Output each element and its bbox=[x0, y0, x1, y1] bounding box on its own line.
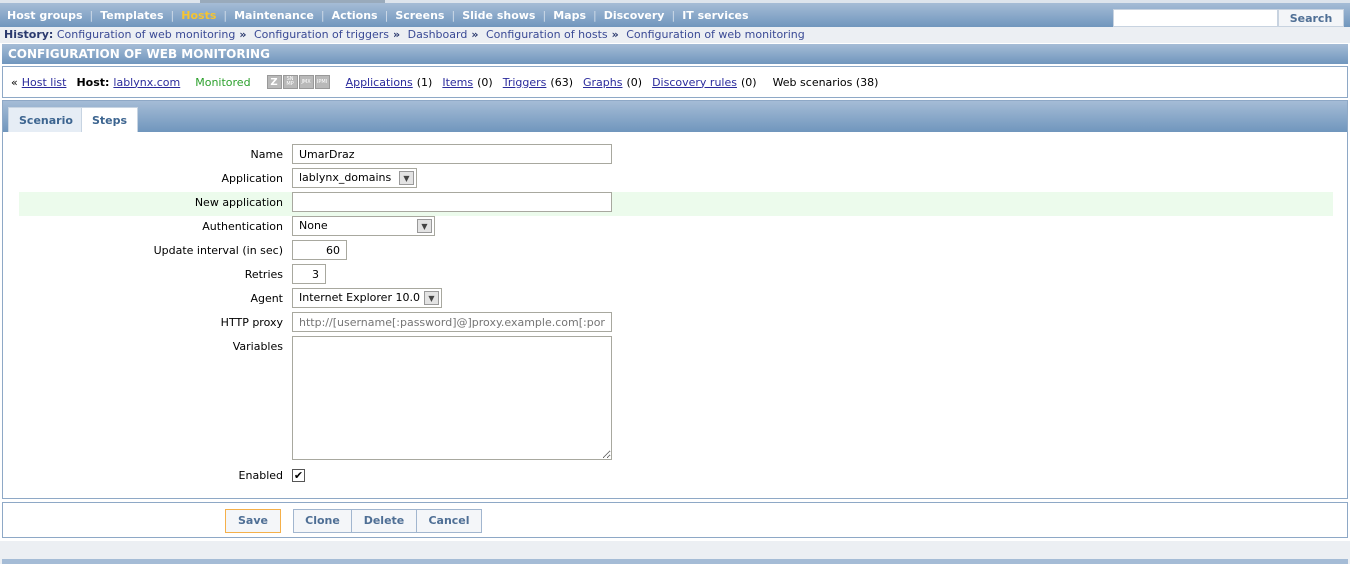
form-row-new-application: New application bbox=[19, 192, 1333, 216]
items-count: (0) bbox=[477, 75, 493, 89]
zabbix-availability-icon: Z bbox=[266, 75, 282, 89]
discovery-rules-link[interactable]: Discovery rules bbox=[652, 76, 737, 89]
menu-templates[interactable]: Templates bbox=[97, 9, 166, 22]
cancel-button[interactable]: Cancel bbox=[416, 509, 482, 533]
host-link[interactable]: lablynx.com bbox=[113, 76, 180, 89]
menu-actions[interactable]: Actions bbox=[329, 9, 381, 22]
clone-button[interactable]: Clone bbox=[293, 509, 352, 533]
history-link[interactable]: Configuration of web monitoring bbox=[626, 28, 805, 41]
variables-label: Variables bbox=[232, 340, 283, 353]
history-link[interactable]: Configuration of hosts bbox=[486, 28, 608, 41]
chevron-down-icon: ▼ bbox=[417, 219, 432, 233]
triggers-count: (63) bbox=[550, 75, 573, 89]
form-row-application: Application lablynx_domains ▼ bbox=[19, 168, 1333, 192]
host-list-link[interactable]: Host list bbox=[22, 76, 67, 89]
items-link[interactable]: Items bbox=[442, 76, 473, 89]
search-input[interactable] bbox=[1113, 9, 1278, 27]
search-button[interactable]: Search bbox=[1278, 9, 1344, 27]
graphs-count: (0) bbox=[626, 75, 643, 89]
history-breadcrumb: History: Configuration of web monitoring… bbox=[0, 27, 1350, 43]
agent-value: Internet Explorer 10.0 bbox=[299, 291, 420, 304]
menu-maps[interactable]: Maps bbox=[550, 9, 589, 22]
menu-slide-shows[interactable]: Slide shows bbox=[459, 9, 538, 22]
tab-bar: Scenario Steps bbox=[3, 101, 1347, 132]
form-row-agent: Agent Internet Explorer 10.0 ▼ bbox=[19, 288, 1333, 312]
retries-input[interactable] bbox=[292, 264, 326, 284]
triggers-link[interactable]: Triggers bbox=[503, 76, 547, 89]
http-proxy-input[interactable] bbox=[292, 312, 612, 332]
tab-steps[interactable]: Steps bbox=[81, 107, 139, 132]
new-application-label: New application bbox=[194, 196, 283, 209]
menu-host-groups[interactable]: Host groups bbox=[4, 9, 86, 22]
http-proxy-label: HTTP proxy bbox=[220, 316, 283, 329]
web-scenarios-current: Web scenarios (38) bbox=[772, 75, 879, 89]
graphs-link[interactable]: Graphs bbox=[583, 76, 622, 89]
new-application-input[interactable] bbox=[292, 192, 612, 212]
form-row-retries: Retries bbox=[19, 264, 1333, 288]
authentication-label: Authentication bbox=[202, 220, 283, 233]
form-row-update-interval: Update interval (in sec) bbox=[19, 240, 1333, 264]
host-navigation: « Host list Host: lablynx.com Monitored … bbox=[2, 66, 1348, 98]
main-menu: Host groups | Templates | Hosts | Maintenan… bbox=[0, 3, 1350, 27]
delete-button[interactable]: Delete bbox=[351, 509, 417, 533]
enabled-checkbox[interactable]: ✔ bbox=[292, 469, 305, 482]
update-interval-label: Update interval (in sec) bbox=[153, 244, 283, 257]
agent-select[interactable]: Internet Explorer 10.0 ▼ bbox=[292, 288, 442, 308]
applications-link[interactable]: Applications bbox=[346, 76, 413, 89]
scenario-form-panel: Scenario Steps Name Application lablynx_… bbox=[2, 100, 1348, 499]
form-row-http-proxy: HTTP proxy bbox=[19, 312, 1333, 336]
save-button[interactable]: Save bbox=[225, 509, 281, 533]
jmx-availability-icon: JMX bbox=[298, 75, 314, 89]
name-label: Name bbox=[250, 148, 283, 161]
authentication-select[interactable]: None ▼ bbox=[292, 216, 435, 236]
application-value: lablynx_domains bbox=[299, 171, 392, 184]
application-label: Application bbox=[221, 172, 283, 185]
status-badge: Monitored bbox=[195, 75, 251, 89]
discovery-rules-count: (0) bbox=[740, 75, 757, 89]
back-arrow-icon: « bbox=[11, 75, 18, 89]
applications-count: (1) bbox=[416, 75, 433, 89]
enabled-label: Enabled bbox=[238, 469, 283, 482]
history-link[interactable]: Configuration of web monitoring bbox=[57, 28, 236, 41]
snmp-availability-icon: SNMP bbox=[282, 75, 298, 89]
retries-label: Retries bbox=[244, 268, 283, 281]
form-buttons: Save Clone Delete Cancel bbox=[2, 502, 1348, 538]
update-interval-input[interactable] bbox=[292, 240, 347, 260]
host-label: Host: bbox=[76, 75, 110, 89]
page-title: CONFIGURATION OF WEB MONITORING bbox=[2, 44, 1348, 64]
menu-maintenance[interactable]: Maintenance bbox=[231, 9, 317, 22]
history-label: History: bbox=[4, 28, 54, 41]
chevron-down-icon: ▼ bbox=[399, 171, 414, 185]
form-row-authentication: Authentication None ▼ bbox=[19, 216, 1333, 240]
name-input[interactable] bbox=[292, 144, 612, 164]
menu-hosts[interactable]: Hosts bbox=[178, 9, 219, 22]
history-link[interactable]: Configuration of triggers bbox=[254, 28, 389, 41]
form-row-enabled: Enabled ✔ bbox=[19, 465, 1333, 489]
footer bbox=[0, 541, 1350, 564]
variables-textarea[interactable] bbox=[292, 336, 612, 460]
search-form: Search bbox=[1113, 9, 1344, 27]
application-select[interactable]: lablynx_domains ▼ bbox=[292, 168, 417, 188]
form-row-name: Name bbox=[19, 144, 1333, 168]
chevron-down-icon: ▼ bbox=[424, 291, 439, 305]
authentication-value: None bbox=[299, 219, 328, 232]
history-link[interactable]: Dashboard bbox=[408, 28, 468, 41]
agent-label: Agent bbox=[250, 292, 283, 305]
menu-screens[interactable]: Screens bbox=[392, 9, 447, 22]
menu-discovery[interactable]: Discovery bbox=[601, 9, 668, 22]
form-row-variables: Variables bbox=[19, 336, 1333, 461]
ipmi-availability-icon: IPMI bbox=[314, 75, 330, 89]
menu-it-services[interactable]: IT services bbox=[679, 9, 751, 22]
tab-scenario[interactable]: Scenario bbox=[8, 107, 84, 132]
